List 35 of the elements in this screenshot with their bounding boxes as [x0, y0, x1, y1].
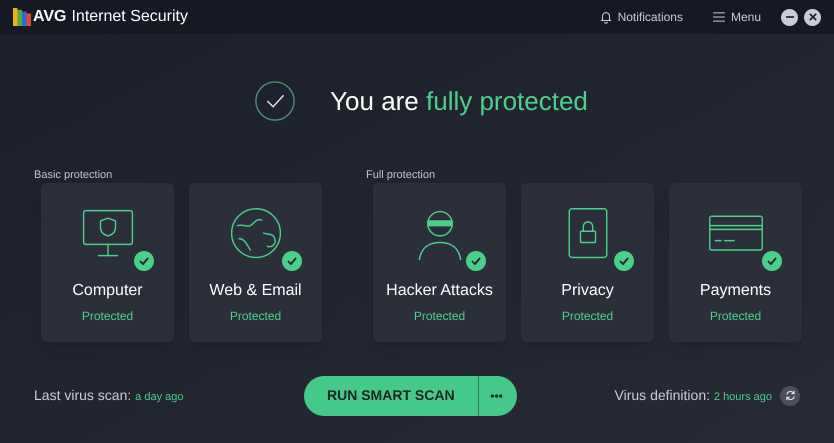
close-button[interactable]: [804, 8, 821, 26]
card-status: Protected: [710, 308, 762, 325]
card-status: Protected: [414, 308, 466, 325]
refresh-button[interactable]: [780, 386, 800, 406]
card-title: Hacker Attacks: [386, 281, 493, 301]
section-label: Full protection: [366, 168, 436, 183]
protection-card[interactable]: Hacker Attacks Protected: [373, 183, 506, 342]
scan-button[interactable]: RUN SMART SCAN: [304, 376, 479, 416]
protection-card[interactable]: Web & Email Protected: [189, 183, 322, 342]
notifications-button[interactable]: Notifications: [598, 8, 683, 26]
minimize-button[interactable]: [781, 8, 798, 26]
status-headline: You are fully protected: [330, 84, 588, 118]
more-options-button[interactable]: •••: [478, 376, 517, 416]
card-title: Privacy: [561, 281, 614, 301]
card-title: Computer: [72, 281, 143, 301]
card-status: Protected: [82, 308, 134, 325]
card-title: Payments: [700, 281, 772, 301]
section-label: Basic protection: [34, 168, 114, 183]
bell-icon: [598, 10, 613, 24]
card-status: Protected: [562, 308, 614, 325]
minimize-icon: [786, 16, 794, 18]
last-scan-text: Last virus scan: a day ago: [34, 386, 184, 405]
logo-icon: [13, 6, 31, 28]
menu-icon: [712, 12, 725, 22]
protection-card[interactable]: Computer Protected: [41, 183, 174, 342]
protection-card[interactable]: Privacy Protected: [521, 183, 654, 342]
menu-button[interactable]: Menu: [712, 8, 761, 26]
logo-text: AVG: [33, 7, 66, 27]
virus-definition-text: Virus definition: 2 hours ago: [614, 386, 772, 405]
card-status: Protected: [230, 308, 282, 325]
close-icon: [808, 13, 816, 21]
card-title: Web & Email: [209, 281, 302, 301]
refresh-icon: [784, 390, 796, 401]
app-title: Internet Security: [71, 7, 188, 27]
protection-card[interactable]: Payments Protected: [669, 183, 802, 342]
